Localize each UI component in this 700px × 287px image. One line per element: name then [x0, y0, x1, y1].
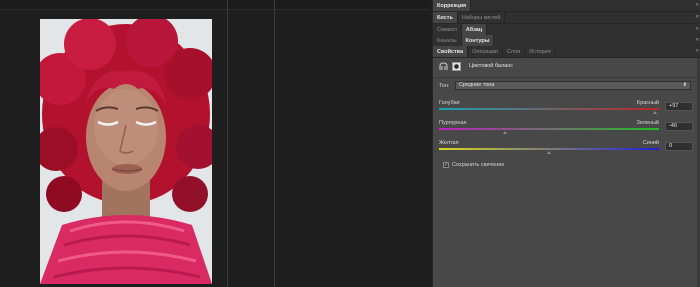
tab-paragraph[interactable]: Абзац [461, 24, 488, 35]
tab-history[interactable]: История [525, 46, 556, 57]
slider-value-input[interactable]: -40 [665, 122, 693, 131]
slider-yellow-blue: Желтая Синий 0 [439, 140, 695, 160]
mask-icon[interactable] [452, 61, 461, 71]
preserve-luminosity-row[interactable]: ✓ Сохранить свечение [443, 162, 504, 168]
slider-track[interactable] [439, 108, 659, 110]
slider-value-input[interactable]: 0 [665, 142, 693, 151]
adjustment-layer-icon[interactable] [439, 61, 448, 71]
slider-left-label: Голубая [439, 100, 460, 106]
slider-magenta-green: Пурпурная Зеленый -40 [439, 120, 695, 140]
preserve-luminosity-label: Сохранить свечение [452, 162, 505, 168]
tab-brush[interactable]: Кисть [433, 12, 458, 23]
slider-thumb[interactable] [546, 151, 551, 154]
slider-value-input[interactable]: +97 [665, 102, 693, 111]
tab-paths[interactable]: Контуры [461, 35, 495, 46]
panel-group-properties: Свойства Операции Слои История « [433, 46, 700, 58]
tab-adjustments[interactable]: Коррекция [433, 0, 472, 11]
tab-properties[interactable]: Свойства [433, 46, 469, 57]
dropdown-arrow-icon: ⬍ [682, 82, 687, 88]
properties-panel: Цветовой баланс Тон: Средние тона ⬍ Голу… [433, 58, 700, 287]
properties-divider [433, 77, 700, 78]
tab-layers[interactable]: Слои [503, 46, 526, 57]
slider-right-label: Красный [636, 100, 659, 106]
tone-label: Тон: [439, 83, 450, 89]
slider-right-label: Синий [642, 140, 659, 146]
slider-left-label: Желтая [439, 140, 459, 146]
portrait-photo[interactable] [40, 19, 212, 284]
tab-actions[interactable]: Операции [468, 46, 503, 57]
slider-thumb[interactable] [502, 131, 507, 134]
tab-channels[interactable]: Каналы [433, 35, 462, 46]
tone-select-value: Средние тона [459, 82, 495, 88]
slider-left-label: Пурпурная [439, 120, 467, 126]
properties-title: Цветовой баланс [469, 63, 513, 69]
panel-collapse-icon[interactable]: « [696, 2, 699, 8]
portrait-illustration [40, 19, 212, 284]
slider-right-label: Зеленый [636, 120, 659, 126]
panel-collapse-icon[interactable]: « [696, 37, 699, 43]
panel-collapse-icon[interactable]: « [696, 14, 699, 20]
panel-group-brush: Кисть Наборы кистей « [433, 12, 700, 24]
panel-collapse-icon[interactable]: « [696, 26, 699, 32]
properties-header: Цветовой баланс [439, 60, 513, 72]
panel-group-adjustments: Коррекция « [433, 0, 700, 12]
checkbox-icon[interactable]: ✓ [443, 162, 449, 168]
workspace-guide-line [274, 0, 275, 287]
slider-cyan-red: Голубая Красный +97 [439, 100, 695, 120]
document-tabbar [0, 0, 428, 10]
tab-brush-presets[interactable]: Наборы кистей [458, 12, 506, 23]
slider-track[interactable] [439, 128, 659, 130]
panel-collapse-icon[interactable]: « [696, 48, 699, 54]
slider-thumb[interactable] [653, 111, 658, 114]
workspace-guide-line [227, 0, 228, 287]
right-panel-dock: Коррекция « Кисть Наборы кистей « Символ… [432, 0, 700, 287]
tone-select[interactable]: Средние тона ⬍ [455, 81, 691, 90]
slider-track[interactable] [439, 148, 659, 150]
document-workspace[interactable] [0, 0, 428, 287]
tab-character[interactable]: Символ [433, 24, 462, 35]
